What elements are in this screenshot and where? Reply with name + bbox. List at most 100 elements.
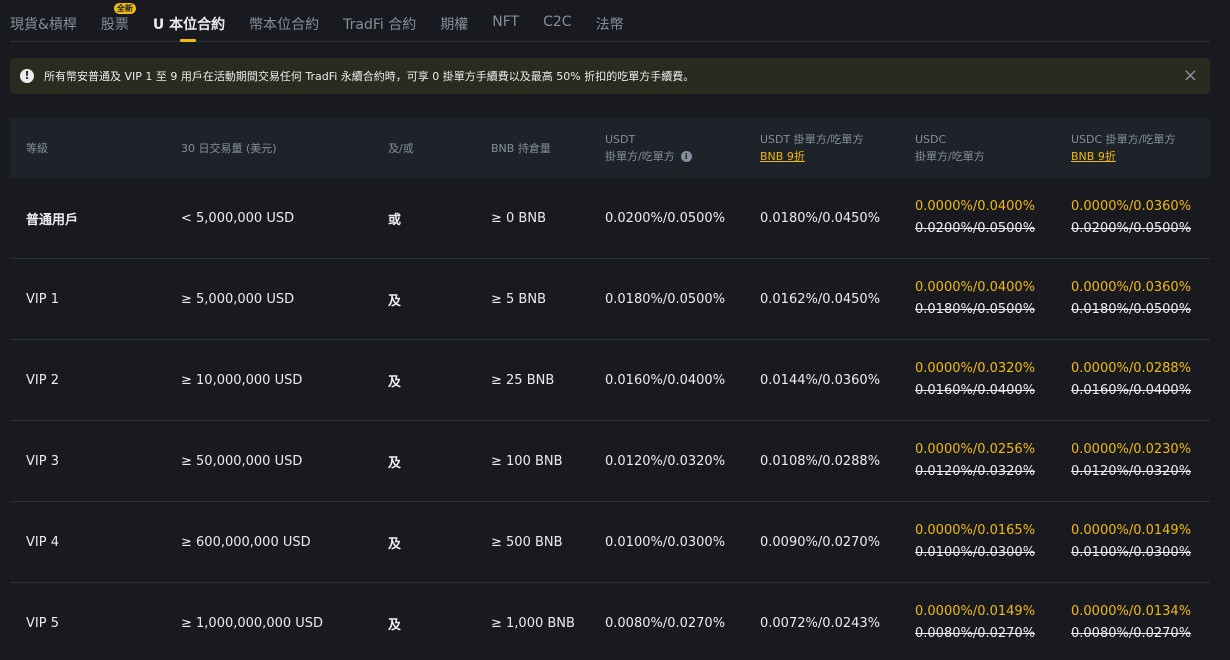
cell-and-or: 及 — [388, 617, 402, 633]
tab-label: U 本位合約 — [152, 17, 226, 33]
cell-usdt-bnb-fee: 0.0180%/0.0450% — [760, 210, 881, 226]
original-fee: 0.0180%/0.0500% — [1071, 302, 1192, 317]
cell-usdt-fee: 0.0200%/0.0500% — [605, 210, 726, 226]
cell-tier: VIP 2 — [26, 372, 59, 388]
original-fee: 0.0120%/0.0320% — [915, 464, 1036, 479]
promo-fee: 0.0000%/0.0149% — [1071, 523, 1192, 538]
cell-tier: VIP 5 — [26, 615, 59, 631]
tab-options[interactable]: 期權 — [440, 14, 468, 42]
cell-volume: ≥ 1,000,000,000 USD — [181, 615, 324, 631]
bnb-discount-link[interactable]: BNB 9折 — [760, 148, 863, 165]
cell-usdt-fee: 0.0120%/0.0320% — [605, 453, 726, 469]
cell-bnb-holdings: ≥ 1,000 BNB — [491, 615, 575, 631]
cell-usdc-bnb-fee: 0.0000%/0.0230% 0.0120%/0.0320% — [1071, 421, 1191, 501]
tab-label: 股票 — [100, 17, 129, 33]
tab-label: NFT — [492, 14, 520, 30]
header-volume: 30 日交易量 (美元) — [181, 141, 277, 155]
cell-usdc-bnb-fee: 0.0000%/0.0360% 0.0180%/0.0500% — [1071, 259, 1191, 339]
promo-fee: 0.0000%/0.0256% — [915, 442, 1036, 457]
new-badge: 全新 — [113, 3, 136, 14]
header-usdt-bnb: USDT 掛單方/吃單方 BNB 9折 — [760, 133, 864, 165]
cell-and-or: 及 — [388, 536, 402, 552]
original-fee: 0.0200%/0.0500% — [915, 221, 1036, 236]
cell-usdc-bnb-fee: 0.0000%/0.0360% 0.0200%/0.0500% — [1071, 178, 1191, 258]
cell-tier: VIP 4 — [26, 534, 59, 550]
cell-usdc-fee: 0.0000%/0.0256% 0.0120%/0.0320% — [915, 421, 1035, 501]
original-fee: 0.0160%/0.0400% — [1071, 383, 1192, 398]
table-row: VIP 2 ≥ 10,000,000 USD 及 ≥ 25 BNB 0.0160%/0.… — [10, 340, 1210, 421]
promo-fee: 0.0000%/0.0360% — [1071, 280, 1192, 295]
promo-fee: 0.0000%/0.0165% — [915, 523, 1036, 538]
cell-bnb-holdings: ≥ 100 BNB — [491, 453, 563, 469]
tab-usdm-futures[interactable]: U 本位合約 — [153, 14, 225, 42]
cell-usdt-bnb-fee: 0.0144%/0.0360% — [760, 372, 881, 388]
tab-fiat[interactable]: 法幣 — [596, 14, 624, 42]
cell-usdc-fee: 0.0000%/0.0320% 0.0160%/0.0400% — [915, 340, 1035, 420]
cell-usdc-fee: 0.0000%/0.0400% 0.0200%/0.0500% — [915, 178, 1035, 258]
cell-usdt-fee: 0.0180%/0.0500% — [605, 291, 726, 307]
cell-and-or: 或 — [388, 212, 402, 228]
cell-usdt-bnb-fee: 0.0090%/0.0270% — [760, 534, 881, 550]
cell-bnb-holdings: ≥ 25 BNB — [491, 372, 555, 388]
cell-and-or: 及 — [388, 455, 402, 471]
product-tabs: 現貨&槓桿 股票 全新 U 本位合約 幣本位合約 TradFi 合約 期權 NFT… — [10, 0, 1210, 42]
cell-usdc-bnb-fee: 0.0000%/0.0288% 0.0160%/0.0400% — [1071, 340, 1191, 420]
table-row: VIP 5 ≥ 1,000,000,000 USD 及 ≥ 1,000 BNB 0.00… — [10, 583, 1210, 660]
cell-bnb-holdings: ≥ 5 BNB — [491, 291, 546, 307]
tab-label: 現貨&槓桿 — [10, 17, 77, 33]
cell-usdc-bnb-fee: 0.0000%/0.0149% 0.0100%/0.0300% — [1071, 502, 1191, 582]
cell-usdc-fee: 0.0000%/0.0165% 0.0100%/0.0300% — [915, 502, 1035, 582]
cell-volume: ≥ 10,000,000 USD — [181, 372, 303, 388]
cell-usdt-bnb-fee: 0.0108%/0.0288% — [760, 453, 881, 469]
cell-volume: < 5,000,000 USD — [181, 210, 295, 226]
original-fee: 0.0160%/0.0400% — [915, 383, 1036, 398]
cell-volume: ≥ 600,000,000 USD — [181, 534, 311, 550]
header-usdc: USDC 掛單方/吃單方 — [915, 133, 985, 163]
exclamation-icon: ! — [20, 69, 34, 83]
cell-usdt-fee: 0.0160%/0.0400% — [605, 372, 726, 388]
header-tier: 等級 — [26, 141, 48, 155]
cell-volume: ≥ 5,000,000 USD — [181, 291, 295, 307]
tab-label: 法幣 — [595, 17, 624, 33]
tab-c2c[interactable]: C2C — [543, 14, 571, 42]
notice-text: 所有幣安普通及 VIP 1 至 9 用戶在活動期間交易任何 TradFi 永續合… — [44, 70, 695, 83]
cell-and-or: 及 — [388, 293, 402, 309]
header-bnb-holdings: BNB 持倉量 — [491, 141, 551, 155]
promo-fee: 0.0000%/0.0134% — [1071, 604, 1192, 619]
original-fee: 0.0100%/0.0300% — [915, 545, 1036, 560]
info-icon[interactable]: i — [680, 151, 692, 162]
tab-stocks[interactable]: 股票 全新 — [100, 3, 136, 42]
table-row: 普通用戶 < 5,000,000 USD 或 ≥ 0 BNB 0.0200%/0.050… — [10, 178, 1210, 259]
cell-usdt-bnb-fee: 0.0072%/0.0243% — [760, 615, 881, 631]
header-usdt: USDT 掛單方/吃單方 i — [605, 118, 692, 178]
cell-tier: VIP 3 — [26, 453, 59, 469]
tab-label: C2C — [543, 14, 572, 30]
cell-usdc-bnb-fee: 0.0000%/0.0134% 0.0080%/0.0270% — [1071, 583, 1191, 660]
original-fee: 0.0120%/0.0320% — [1071, 464, 1192, 479]
close-icon[interactable]: × — [1183, 67, 1198, 85]
bnb-discount-link[interactable]: BNB 9折 — [1071, 148, 1175, 165]
promo-fee: 0.0000%/0.0400% — [915, 199, 1036, 214]
cell-tier: 普通用戶 — [26, 212, 79, 228]
fee-table-header: 等級 30 日交易量 (美元) 及/或 BNB 持倉量 USDT 掛單方/吃單方… — [10, 118, 1210, 178]
promo-fee: 0.0000%/0.0400% — [915, 280, 1036, 295]
tab-nft[interactable]: NFT — [492, 14, 519, 42]
cell-usdc-fee: 0.0000%/0.0400% 0.0180%/0.0500% — [915, 259, 1035, 339]
promo-fee: 0.0000%/0.0360% — [1071, 199, 1192, 214]
original-fee: 0.0180%/0.0500% — [915, 302, 1036, 317]
tab-label: 幣本位合約 — [249, 17, 320, 33]
cell-bnb-holdings: ≥ 0 BNB — [491, 210, 546, 226]
original-fee: 0.0080%/0.0270% — [1071, 626, 1192, 641]
promo-fee: 0.0000%/0.0149% — [915, 604, 1036, 619]
header-usdc-bnb: USDC 掛單方/吃單方 BNB 9折 — [1071, 133, 1176, 165]
notice-banner: ! 所有幣安普通及 VIP 1 至 9 用戶在活動期間交易任何 TradFi 永… — [10, 58, 1210, 94]
tab-label: TradFi 合約 — [343, 17, 417, 33]
tab-tradfi-futures[interactable]: TradFi 合約 — [343, 14, 416, 42]
table-row: VIP 1 ≥ 5,000,000 USD 及 ≥ 5 BNB 0.0180%/0.05… — [10, 259, 1210, 340]
header-and-or: 及/或 — [388, 141, 414, 155]
original-fee: 0.0200%/0.0500% — [1071, 221, 1192, 236]
promo-fee: 0.0000%/0.0230% — [1071, 442, 1192, 457]
promo-fee: 0.0000%/0.0320% — [915, 361, 1036, 376]
tab-coinm-futures[interactable]: 幣本位合約 — [249, 14, 319, 42]
tab-spot-margin[interactable]: 現貨&槓桿 — [10, 14, 77, 42]
